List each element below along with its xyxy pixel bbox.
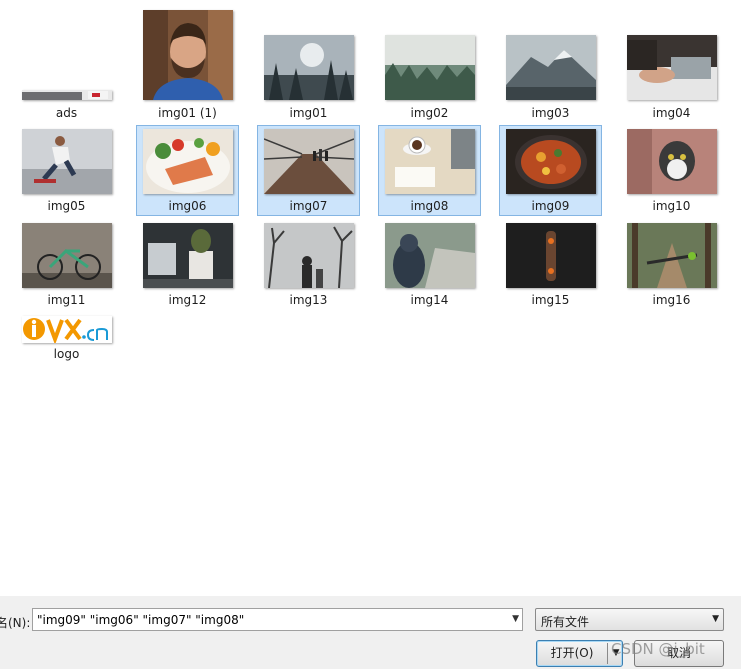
file-tile-img05[interactable]: img05 <box>15 125 118 216</box>
file-tile-img06[interactable]: img06 <box>136 125 239 216</box>
open-button-label[interactable]: 打开(O) <box>537 641 607 666</box>
file-thumbnail <box>264 35 354 100</box>
file-name: img13 <box>289 293 328 307</box>
file-thumbnail <box>22 223 112 288</box>
file-thumbnail <box>506 129 596 194</box>
file-name: img01 (1) <box>158 106 217 120</box>
file-name: img06 <box>168 199 207 213</box>
file-name: img15 <box>531 293 570 307</box>
file-tile-img01-1[interactable]: img01 (1) <box>136 4 239 123</box>
file-name: img12 <box>168 293 207 307</box>
file-name: img05 <box>47 199 86 213</box>
file-thumbnail <box>385 35 475 100</box>
file-thumbnail <box>22 316 112 343</box>
file-tile-img03[interactable]: img03 <box>499 4 602 123</box>
file-name: img04 <box>652 106 691 120</box>
file-tile-img10[interactable]: img10 <box>620 125 723 216</box>
file-tile-img04[interactable]: img04 <box>620 4 723 123</box>
file-type-select[interactable]: 所有文件 ▼ <box>535 608 724 631</box>
filename-input[interactable]: "img09" "img06" "img07" "img08" ▼ <box>32 608 523 631</box>
file-name: img07 <box>289 199 328 213</box>
file-name: img09 <box>531 199 570 213</box>
filename-value[interactable]: "img09" "img06" "img07" "img08" <box>37 613 244 627</box>
file-thumbnail <box>143 223 233 288</box>
file-tile-img07[interactable]: img07 <box>257 125 360 216</box>
file-tile-img15[interactable]: img15 <box>499 219 602 310</box>
file-thumbnail <box>143 129 233 194</box>
file-name: img02 <box>410 106 449 120</box>
file-thumbnail <box>506 35 596 100</box>
file-tile-img09[interactable]: img09 <box>499 125 602 216</box>
chevron-down-icon[interactable]: ▼ <box>712 614 719 624</box>
file-thumbnail <box>627 129 717 194</box>
file-thumbnail <box>627 223 717 288</box>
file-thumbnail-grid[interactable]: ads img01 (1) img01 img02 img03 img04 im… <box>0 0 741 596</box>
file-name: img14 <box>410 293 449 307</box>
file-thumbnail <box>22 129 112 194</box>
file-tile-img14[interactable]: img14 <box>378 219 481 310</box>
file-thumbnail <box>506 223 596 288</box>
dialog-footer: 名(N): "img09" "img06" "img07" "img08" ▼ … <box>0 596 741 669</box>
file-tile-img12[interactable]: img12 <box>136 219 239 310</box>
file-open-dialog: ads img01 (1) img01 img02 img03 img04 im… <box>0 0 741 669</box>
file-name: img10 <box>652 199 691 213</box>
file-thumbnail <box>627 35 717 100</box>
file-tile-img01[interactable]: img01 <box>257 4 360 123</box>
file-tile-logo[interactable]: logo <box>15 312 118 364</box>
file-tile-ads[interactable]: ads <box>15 4 118 123</box>
chevron-down-icon[interactable]: ▼ <box>512 614 519 624</box>
split-divider <box>607 643 608 664</box>
file-name: img03 <box>531 106 570 120</box>
file-tile-img08[interactable]: img08 <box>378 125 481 216</box>
file-thumbnail <box>264 223 354 288</box>
file-thumbnail <box>264 129 354 194</box>
file-name: ads <box>55 106 78 120</box>
file-type-value[interactable]: 所有文件 <box>541 613 589 630</box>
file-name: img01 <box>289 106 328 120</box>
file-name: img08 <box>410 199 449 213</box>
file-tile-img13[interactable]: img13 <box>257 219 360 310</box>
file-thumbnail <box>385 129 475 194</box>
watermark: CSDN @i_bit <box>611 640 705 658</box>
file-thumbnail <box>22 90 112 100</box>
filename-label: 名(N): <box>0 616 31 630</box>
file-thumbnail <box>385 223 475 288</box>
file-tile-img16[interactable]: img16 <box>620 219 723 310</box>
file-tile-img11[interactable]: img11 <box>15 219 118 310</box>
open-button[interactable]: 打开(O) ▼ <box>536 640 623 667</box>
file-thumbnail <box>143 10 233 100</box>
file-name: img11 <box>47 293 86 307</box>
file-tile-img02[interactable]: img02 <box>378 4 481 123</box>
file-name: img16 <box>652 293 691 307</box>
file-name: logo <box>53 347 80 361</box>
